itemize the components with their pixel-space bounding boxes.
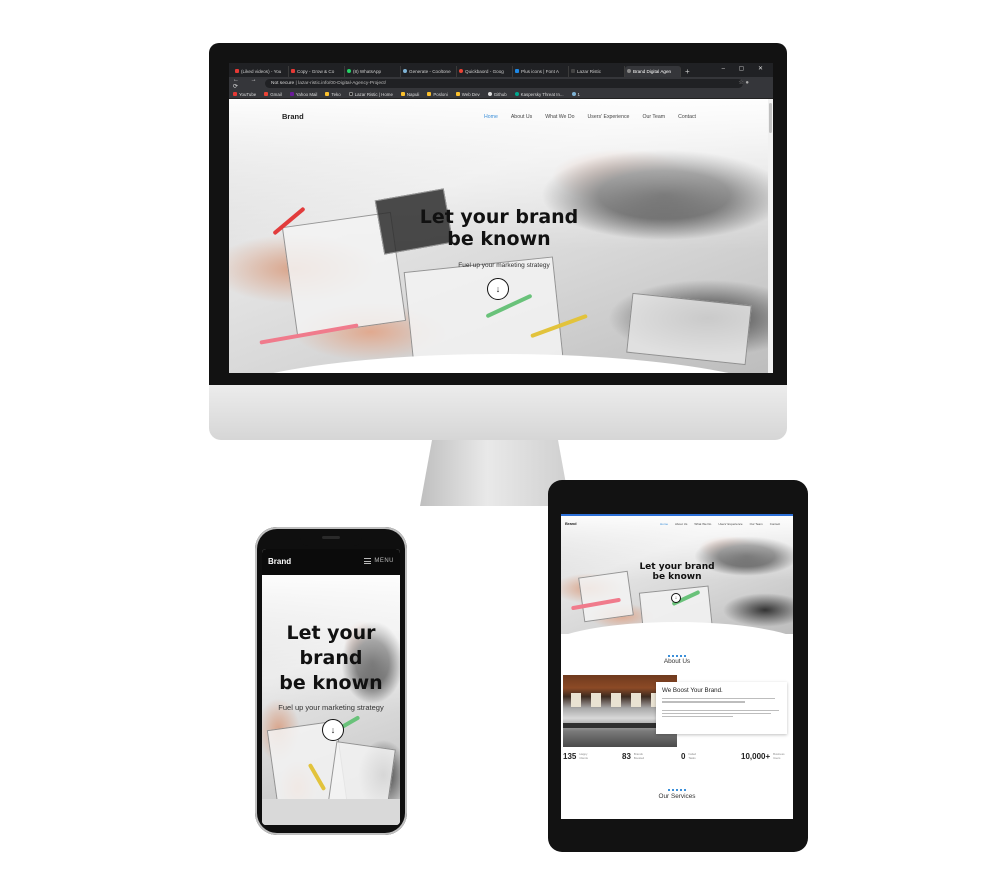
nav-users-experience[interactable]: Users' Experience	[588, 114, 630, 120]
url-input[interactable]: Not secure | lazar-ristic.info/00-Digita…	[265, 79, 743, 88]
globe-icon	[627, 69, 631, 73]
not-secure-label: Not secure	[271, 81, 295, 86]
arrow-down-icon: ↓	[674, 595, 678, 601]
hero-title: Let your brand be known	[419, 206, 579, 250]
bookmark-other[interactable]: 1	[571, 92, 580, 97]
nav-buttons[interactable]: ← → ⟳	[233, 77, 265, 90]
bookmark-yahoo[interactable]: Yahoo Mail	[289, 92, 317, 97]
boost-card: We Boost Your Brand.	[656, 682, 787, 734]
bookmarks-bar: YouTube Gmail Yahoo Mail Teko Lazar Rist…	[229, 90, 773, 99]
tablet-nav-contact[interactable]: Contact	[770, 522, 780, 526]
phone-screen: Brand MENU Let your brand be known Fuel …	[262, 549, 400, 825]
nav-contact[interactable]: Contact	[678, 114, 696, 120]
device-mockup: (Liked videos) - You Copy - Grow & Co (8…	[0, 0, 1000, 886]
browser-tab-active[interactable]: Brand Digital Agen	[625, 66, 681, 77]
hero-subtitle: Fuel up your marketing strategy	[458, 262, 550, 269]
tablet-brand-logo[interactable]: Brand	[565, 521, 577, 526]
nav-our-team[interactable]: Our Team	[642, 114, 665, 120]
tablet-scroll-down-button[interactable]: ↓	[671, 593, 681, 603]
phone-scroll-down-button[interactable]: ↓	[322, 719, 344, 741]
phone-hero-title: Let your brand be known	[279, 622, 383, 694]
bookmark-teko[interactable]: Teko	[325, 92, 341, 97]
stat-happy-clients: 135 Happy Clients	[563, 751, 588, 761]
monitor-chin	[209, 385, 787, 440]
hamburger-icon	[364, 558, 372, 564]
bookmark-gmail[interactable]: Gmail	[264, 92, 282, 97]
bookmark-star-icon[interactable]: ☆ ●	[738, 79, 749, 86]
services-heading: Our Services	[658, 793, 696, 800]
browser-tab[interactable]: Lazar Ristic	[569, 66, 625, 77]
tablet-nav-our-team[interactable]: Our Team	[750, 522, 763, 526]
browser-tab[interactable]: (8) WhatsApp	[345, 66, 401, 77]
bookmark-posloni[interactable]: Posloni	[427, 92, 448, 97]
tablet-nav-users-experience[interactable]: Users' Experience	[718, 522, 742, 526]
phone-navbar: Brand MENU	[262, 549, 400, 575]
phone-bottom-bar	[262, 799, 400, 825]
about-divider	[668, 655, 686, 657]
generate-icon	[403, 69, 407, 73]
phone-brand-logo[interactable]: Brand	[268, 557, 291, 566]
tablet-navbar: Brand Home About Us What We Do Users' Ex…	[561, 518, 793, 530]
stat-brands-boosted: 83 Brands Boosted	[622, 751, 645, 761]
new-tab-button[interactable]: +	[685, 66, 690, 77]
address-bar-row: ← → ⟳ Not secure | lazar-ristic.info/00-…	[229, 77, 773, 90]
phone-hero-subtitle: Fuel up your marketing strategy	[278, 703, 384, 712]
bookmark-webdev[interactable]: Web Dev	[455, 92, 480, 97]
bookmark-napuli[interactable]: Napuli	[400, 92, 419, 97]
tablet-nav-what-we-do[interactable]: What We Do	[694, 522, 711, 526]
tablet-nav-about[interactable]: About Us	[675, 522, 687, 526]
youtube-icon	[291, 69, 295, 73]
tablet-nav-home[interactable]: Home	[660, 522, 668, 526]
brand-logo[interactable]: Brand	[282, 112, 304, 121]
bookmark-youtube[interactable]: YouTube	[233, 92, 256, 97]
browser-tab-bar: (Liked videos) - You Copy - Grow & Co (8…	[229, 63, 773, 77]
page-scrollbar[interactable]	[768, 99, 773, 373]
site-menu: Home About Us What We Do Users' Experien…	[484, 114, 709, 120]
browser-tab[interactable]: (Liked videos) - You	[233, 66, 289, 77]
site-icon	[571, 69, 575, 73]
stats-row: 135 Happy Clients 83 Brands Boosted 0 Faile…	[563, 752, 793, 766]
youtube-icon	[235, 69, 239, 73]
tablet-screen: Brand Home About Us What We Do Users' Ex…	[561, 514, 793, 819]
boost-heading: We Boost Your Brand.	[662, 687, 723, 694]
site-navbar: Brand Home About Us What We Do Users' Ex…	[229, 99, 773, 133]
browser-tab[interactable]: Quickbaord - Goog	[457, 66, 513, 77]
nav-home[interactable]: Home	[484, 114, 498, 120]
arrow-down-icon: ↓	[495, 284, 501, 294]
scroll-down-button[interactable]: ↓	[487, 278, 509, 300]
phone-hero-photo	[262, 575, 400, 825]
stat-failed-tasks: 0 Failed Tasks	[681, 751, 697, 761]
browser-tab[interactable]: Generate - Cooltone	[401, 66, 457, 77]
url-text: lazar-ristic.info/00-Digital-Agency-Proj…	[298, 81, 387, 86]
nav-what-we-do[interactable]: What We Do	[545, 114, 574, 120]
about-heading: About Us	[663, 658, 691, 665]
tablet-menu: Home About Us What We Do Users' Experien…	[660, 522, 787, 526]
phone-notch	[300, 533, 362, 546]
phone-menu-button[interactable]: MENU	[364, 558, 394, 564]
bookmark-github[interactable]: Github	[487, 92, 507, 97]
nav-about[interactable]: About Us	[511, 114, 532, 120]
browser-tab[interactable]: Plus icons | Font A	[513, 66, 569, 77]
bookmark-kaspersky[interactable]: Kaspersky Threat In...	[514, 92, 564, 97]
tablet-top-accent	[561, 514, 793, 516]
desktop-webpage: Brand Home About Us What We Do Users' Ex…	[229, 99, 773, 373]
arrow-down-icon: ↓	[330, 725, 336, 735]
tablet-hero-title: Let your brand be known	[639, 562, 715, 583]
stat-business-users: 10,000+ Business Users	[741, 751, 785, 761]
desktop-screen: (Liked videos) - You Copy - Grow & Co (8…	[229, 63, 773, 373]
bookmark-lazar[interactable]: Lazar Ristic | Home	[348, 92, 393, 97]
services-divider	[668, 789, 686, 791]
whatsapp-icon	[347, 69, 351, 73]
window-controls[interactable]: – ▢ ✕	[722, 65, 769, 72]
font-awesome-icon	[515, 69, 519, 73]
browser-tab[interactable]: Copy - Grow & Co	[289, 66, 345, 77]
google-icon	[459, 69, 463, 73]
